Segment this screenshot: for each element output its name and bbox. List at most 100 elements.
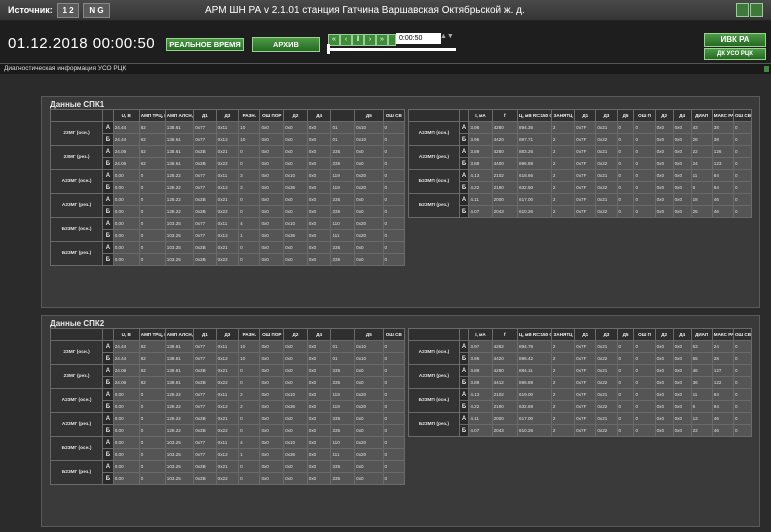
fast-forward-icon[interactable] bbox=[388, 34, 396, 46]
table-row: 23МГ (осн.) А 24.44 62 138.61 0x77 0x11 10 0x0 0x… bbox=[49, 121, 406, 146]
value-cell: 235 bbox=[330, 241, 356, 254]
step-forward-icon[interactable]: » bbox=[376, 34, 388, 46]
value-cell: 0x12 bbox=[215, 181, 240, 194]
value-cell: 0x12 bbox=[215, 400, 240, 413]
channel-label: А bbox=[102, 121, 114, 134]
value-cell: 0 bbox=[616, 400, 635, 413]
value-cell: 138.61 bbox=[164, 145, 195, 158]
value-cell: 0x0 bbox=[283, 157, 308, 170]
value-cell: 0x0 bbox=[283, 205, 308, 218]
value-cell: 0x20 bbox=[354, 181, 384, 194]
value-cell: 3.97 bbox=[468, 340, 493, 353]
value-cell: 10 bbox=[238, 133, 261, 146]
channel-label: Б bbox=[458, 424, 470, 437]
table-row: Б 4.07 2043 610.26 2 0x7F 0x22 0 0 0x0 0x0 22 46 0 bbox=[409, 424, 753, 437]
value-cell: 128.22 bbox=[164, 424, 195, 437]
value-cell: 0x20 bbox=[354, 400, 384, 413]
value-cell: 3 bbox=[238, 169, 261, 182]
value-cell: 0 bbox=[633, 412, 656, 425]
value-cell: 0x0 bbox=[283, 241, 308, 254]
ivk-ra-button[interactable]: ИВК РА bbox=[704, 33, 766, 47]
value-cell: 0 bbox=[732, 388, 753, 401]
value-cell: 0 bbox=[238, 193, 261, 206]
source-ng-button[interactable]: N G bbox=[83, 3, 110, 18]
value-cell: 0x3B bbox=[193, 253, 217, 266]
dk-uso-rck-button[interactable]: ДК УСО РЦК bbox=[704, 48, 766, 60]
value-cell: 4.07 bbox=[468, 205, 493, 218]
value-cell: 0 bbox=[732, 145, 753, 158]
channel-label: А bbox=[458, 193, 470, 206]
value-cell: 0x0 bbox=[672, 340, 692, 353]
value-cell: 0x36 bbox=[283, 448, 308, 461]
value-cell: 0x7F bbox=[574, 400, 597, 413]
value-cell: 24.06 bbox=[112, 364, 140, 377]
value-cell: 2 bbox=[550, 400, 576, 413]
value-cell: 62 bbox=[138, 133, 166, 146]
device-name: 23МГ (осн.) bbox=[49, 121, 104, 146]
value-cell: 235 bbox=[330, 205, 356, 218]
value-cell: 0x3B bbox=[193, 193, 217, 206]
value-cell: 2 bbox=[550, 193, 576, 206]
value-cell: 0x7F bbox=[574, 424, 597, 437]
value-cell: 0x7F bbox=[574, 121, 597, 134]
value-cell: 0x0 bbox=[672, 133, 692, 146]
channel-label: А bbox=[458, 169, 470, 182]
device-name: 23МГ (рез.) bbox=[49, 364, 104, 389]
value-cell: 0 bbox=[633, 364, 656, 377]
value-cell: 0 bbox=[633, 193, 656, 206]
value-cell: 2 bbox=[238, 388, 261, 401]
source-1-2-button[interactable]: 1 2 bbox=[57, 3, 79, 18]
value-cell: 0.00 bbox=[112, 388, 140, 401]
spk1-left-table: U, ВАМП ТРЦ, ВАМП АЛСН, ВД1Д3РАЗН.ОШ ПОР… bbox=[49, 109, 406, 266]
column-header: Д5 bbox=[354, 109, 384, 122]
value-cell: 128.22 bbox=[164, 193, 195, 206]
device-name: А23МП (рез.) bbox=[408, 145, 460, 170]
time-input[interactable]: 0:00:50 bbox=[396, 33, 441, 44]
time-spinner-icon[interactable]: ▲▼ bbox=[440, 33, 454, 40]
value-cell: 126 bbox=[711, 145, 734, 158]
channel-label: А bbox=[458, 340, 470, 353]
minimize-button[interactable] bbox=[736, 3, 749, 17]
value-cell: 103.25 bbox=[164, 253, 195, 266]
playback-slider[interactable] bbox=[330, 48, 456, 51]
value-cell: 122 bbox=[711, 376, 734, 389]
column-header bbox=[330, 109, 356, 122]
value-cell: 0x7F bbox=[574, 145, 597, 158]
value-cell: 0 bbox=[616, 133, 635, 146]
value-cell: 0 bbox=[382, 217, 406, 230]
value-cell: 898.42 bbox=[517, 352, 552, 365]
value-cell: 84 bbox=[711, 181, 734, 194]
column-header: Д4 bbox=[672, 328, 692, 341]
step-back-icon[interactable]: ‹ bbox=[340, 34, 352, 46]
realtime-button[interactable]: РЕАЛЬНОЕ ВРЕМЯ bbox=[166, 38, 244, 51]
play-icon[interactable]: › bbox=[364, 34, 376, 46]
archive-button[interactable]: АРХИВ bbox=[252, 37, 320, 52]
value-cell: 0x10 bbox=[354, 340, 384, 353]
value-cell: 0 bbox=[382, 181, 406, 194]
column-header: Д3 bbox=[215, 109, 240, 122]
close-button[interactable] bbox=[750, 3, 763, 17]
channel-label: Б bbox=[102, 205, 114, 218]
table-row: А23МП (рез.) А 3.89 4280 883.26 2 0x7F 0x21 0 0 0x… bbox=[408, 145, 753, 170]
value-cell: 4.22 bbox=[468, 181, 493, 194]
column-header: U, В bbox=[112, 328, 140, 341]
value-cell: 103.25 bbox=[164, 472, 195, 485]
pause-icon[interactable]: ‖ bbox=[352, 34, 364, 46]
channel-label: Б bbox=[458, 352, 470, 365]
value-cell: 0x0 bbox=[306, 169, 332, 182]
value-cell: 0x20 bbox=[354, 436, 384, 449]
column-header: Д1 bbox=[193, 109, 217, 122]
column-header bbox=[102, 109, 114, 122]
value-cell: 0x0 bbox=[283, 253, 308, 266]
value-cell: 0x77 bbox=[193, 181, 217, 194]
slider-handle[interactable] bbox=[327, 44, 330, 54]
value-cell: 0x22 bbox=[595, 376, 618, 389]
value-cell: 3.88 bbox=[468, 157, 493, 170]
device-name: А23МГ (рез.) bbox=[49, 412, 104, 437]
table-row: Б 24.06 62 138.61 0x3B 0x22 0 0x0 0x0 0x0 235 0x0 0 bbox=[51, 157, 406, 170]
value-cell: 0x11 bbox=[215, 388, 240, 401]
value-cell: 0x3B bbox=[193, 241, 217, 254]
value-cell: 0x0 bbox=[283, 460, 308, 473]
value-cell: 0x21 bbox=[215, 412, 240, 425]
table-row: А23МГ (рез.) А 0.00 0 128.22 0x3B 0x21 0 0x0 0x0 0… bbox=[49, 193, 406, 218]
